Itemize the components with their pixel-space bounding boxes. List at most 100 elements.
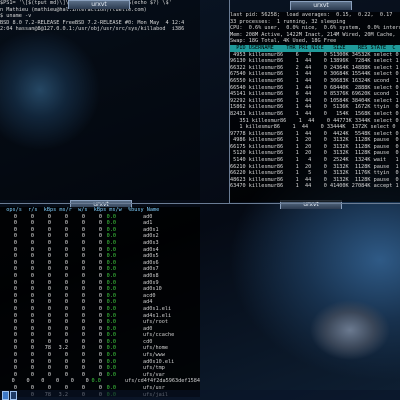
disk-metric: 0 <box>13 239 17 246</box>
disk-metric: 0 <box>30 299 34 306</box>
disk-metric: 0 <box>81 332 85 339</box>
process-row: 66322 killesmur86 2 44 0 24364K 14888K s… <box>230 64 399 71</box>
tile-divider-horizontal <box>0 203 400 204</box>
disk-busy-bar <box>118 260 140 267</box>
disk-metric: 0 <box>81 345 85 352</box>
process-row: 351 killesmur86 1 44 0 44773K 3344K sele… <box>230 117 399 124</box>
disk-metric: 0 <box>98 253 102 260</box>
disk-busy-percent: 0.0 <box>106 272 116 279</box>
disk-busy-bar <box>118 273 140 280</box>
disk-metric: 0 <box>13 345 17 352</box>
disk-metric: 0 <box>13 338 17 345</box>
terminal-bottom-left[interactable]: ops/s r/s kBps ms/r w/s kBps ms/w %busy … <box>0 207 200 397</box>
disk-metric: 0 <box>81 325 85 332</box>
disk-metric: 0 <box>30 266 34 273</box>
disk-metric: 0 <box>81 213 85 220</box>
window-title-top-left[interactable]: urxvt <box>68 0 130 9</box>
disk-metric: 0 <box>64 305 68 312</box>
disk-metric: 0 <box>47 338 51 345</box>
disk-stats-table: 0 0 0 0 0 0 0.0 ad0 0 0 0 0 0 0 0.0 ad1 0 0 0 0 0 0 0.0 ad0s1 0 0… <box>0 214 200 397</box>
disk-row: 0 0 0 0 0 0 0.0 ad0s1 <box>0 227 200 234</box>
disk-metric: 0 <box>13 259 17 266</box>
disk-metric: 0 <box>47 253 51 260</box>
disk-busy-percent: 0.0 <box>106 352 116 359</box>
disk-metric: 0 <box>56 378 60 385</box>
disk-metric: 0 <box>64 352 68 359</box>
tile-divider-vertical <box>229 0 230 203</box>
window-title-top-right[interactable]: urxvt <box>290 1 352 10</box>
disk-busy-bar <box>118 253 140 260</box>
disk-metric: 0 <box>13 246 17 253</box>
disk-metric: 0 <box>64 312 68 319</box>
workspace-2-icon[interactable] <box>10 391 17 400</box>
disk-metric: 0 <box>81 233 85 240</box>
terminal-top-right[interactable]: last pid: 56258; load averages: 0.15, 0.… <box>230 12 400 202</box>
disk-metric: 0 <box>81 259 85 266</box>
disk-busy-percent: 0.0 <box>106 299 116 306</box>
disk-busy-bar <box>118 240 140 247</box>
disk-row: 0 0 0 0 0 0 0.0 ad0s4 <box>0 247 200 254</box>
disk-name: ad0s10 <box>143 286 162 293</box>
process-row: 82431 killesmur86 1 44 0 154K 1568K sele… <box>230 110 399 117</box>
disk-busy-bar <box>118 233 140 240</box>
disk-busy-percent: 0.0 <box>106 365 116 372</box>
disk-metric: 0 <box>13 299 17 306</box>
disk-metric: 0 <box>64 220 68 227</box>
disk-name: cd0 <box>143 338 153 345</box>
disk-metric: 0 <box>81 292 85 299</box>
process-table-header: PID USERNAME THR PRI NICE SIZE RES STATE… <box>230 44 400 52</box>
disk-busy-percent: 0.0 <box>106 292 116 299</box>
disk-metric: 0 <box>64 266 68 273</box>
disk-row: 0 0 0 0 0 0 0.0 ad0 <box>0 214 200 221</box>
disk-busy-bar <box>118 339 140 346</box>
disk-metric: 78 <box>44 345 51 352</box>
disk-name: ad0s4 <box>143 246 159 253</box>
disk-metric: 0 <box>47 272 51 279</box>
process-row: 97778 killesmur86 1 44 0 4424K 5548K sel… <box>230 130 399 137</box>
disk-metric: 0 <box>30 371 34 378</box>
disk-row: 0 0 0 0 0 0 0.0 ad0s9 <box>0 280 200 287</box>
disk-busy-percent: 0.0 <box>106 233 116 240</box>
disk-metric: 0 <box>81 358 85 365</box>
disk-busy-percent: 0.0 <box>106 312 116 319</box>
disk-metric: 0 <box>13 220 17 227</box>
disk-metric: 0 <box>13 312 17 319</box>
disk-row: 0 0 0 0 0 0 0.0 ufs/www <box>0 352 200 359</box>
disk-metric: 0 <box>64 239 68 246</box>
disk-busy-percent: 0.0 <box>106 286 116 293</box>
disk-name: ad0s10.eli <box>143 358 175 365</box>
disk-busy-bar <box>118 352 140 359</box>
disk-metric: 0 <box>98 286 102 293</box>
disk-row: 0 0 0 0 0 0 0.0 cd0 <box>0 339 200 346</box>
disk-busy-percent: 0.0 <box>106 319 116 326</box>
disk-busy-bar <box>118 345 140 352</box>
disk-metric: 0 <box>13 371 17 378</box>
disk-metric: 0 <box>47 246 51 253</box>
terminal-line: BSD 8.0 7.2-RELEASE FreeBSD 7.2-RELEASE … <box>0 19 185 26</box>
disk-metric: 0 <box>64 325 68 332</box>
disk-metric: 0 <box>47 226 51 233</box>
disk-metric: 0 <box>98 325 102 332</box>
disk-row: 0 0 0 0 0 0 0.0 ad0s6 <box>0 260 200 267</box>
disk-row: 0 0 0 0 0 0 0.0 ad0s1.eli <box>0 306 200 313</box>
disk-metric: 0 <box>13 279 17 286</box>
disk-metric: 0 <box>47 213 51 220</box>
disk-name: ufs/ccache <box>143 332 175 339</box>
disk-name: ad0s9 <box>143 279 159 286</box>
disk-busy-bar <box>118 266 140 273</box>
disk-metric: 0 <box>26 378 30 385</box>
disk-metric: 0 <box>64 279 68 286</box>
disk-metric: 0 <box>98 259 102 266</box>
disk-metric: 0 <box>30 292 34 299</box>
disk-name: ad4s1.eli <box>143 312 172 319</box>
disk-metric: 0 <box>81 371 85 378</box>
disk-metric: 0 <box>13 332 17 339</box>
disk-metric: 0 <box>81 220 85 227</box>
disk-metric: 0 <box>47 286 51 293</box>
disk-metric: 0 <box>30 319 34 326</box>
terminal-top-left[interactable]: $PS1= '\[$(tput md)\]\t \w\[$(tput me)\]… <box>0 0 200 200</box>
disk-metric: 0 <box>30 253 34 260</box>
disk-row: 0 0 0 0 0 0 0.0 ad0s2 <box>0 233 200 240</box>
process-row: 4953 killesmur86 6 4 0 51300K 34532K sel… <box>230 51 399 58</box>
workspace-1-icon[interactable] <box>2 391 9 400</box>
